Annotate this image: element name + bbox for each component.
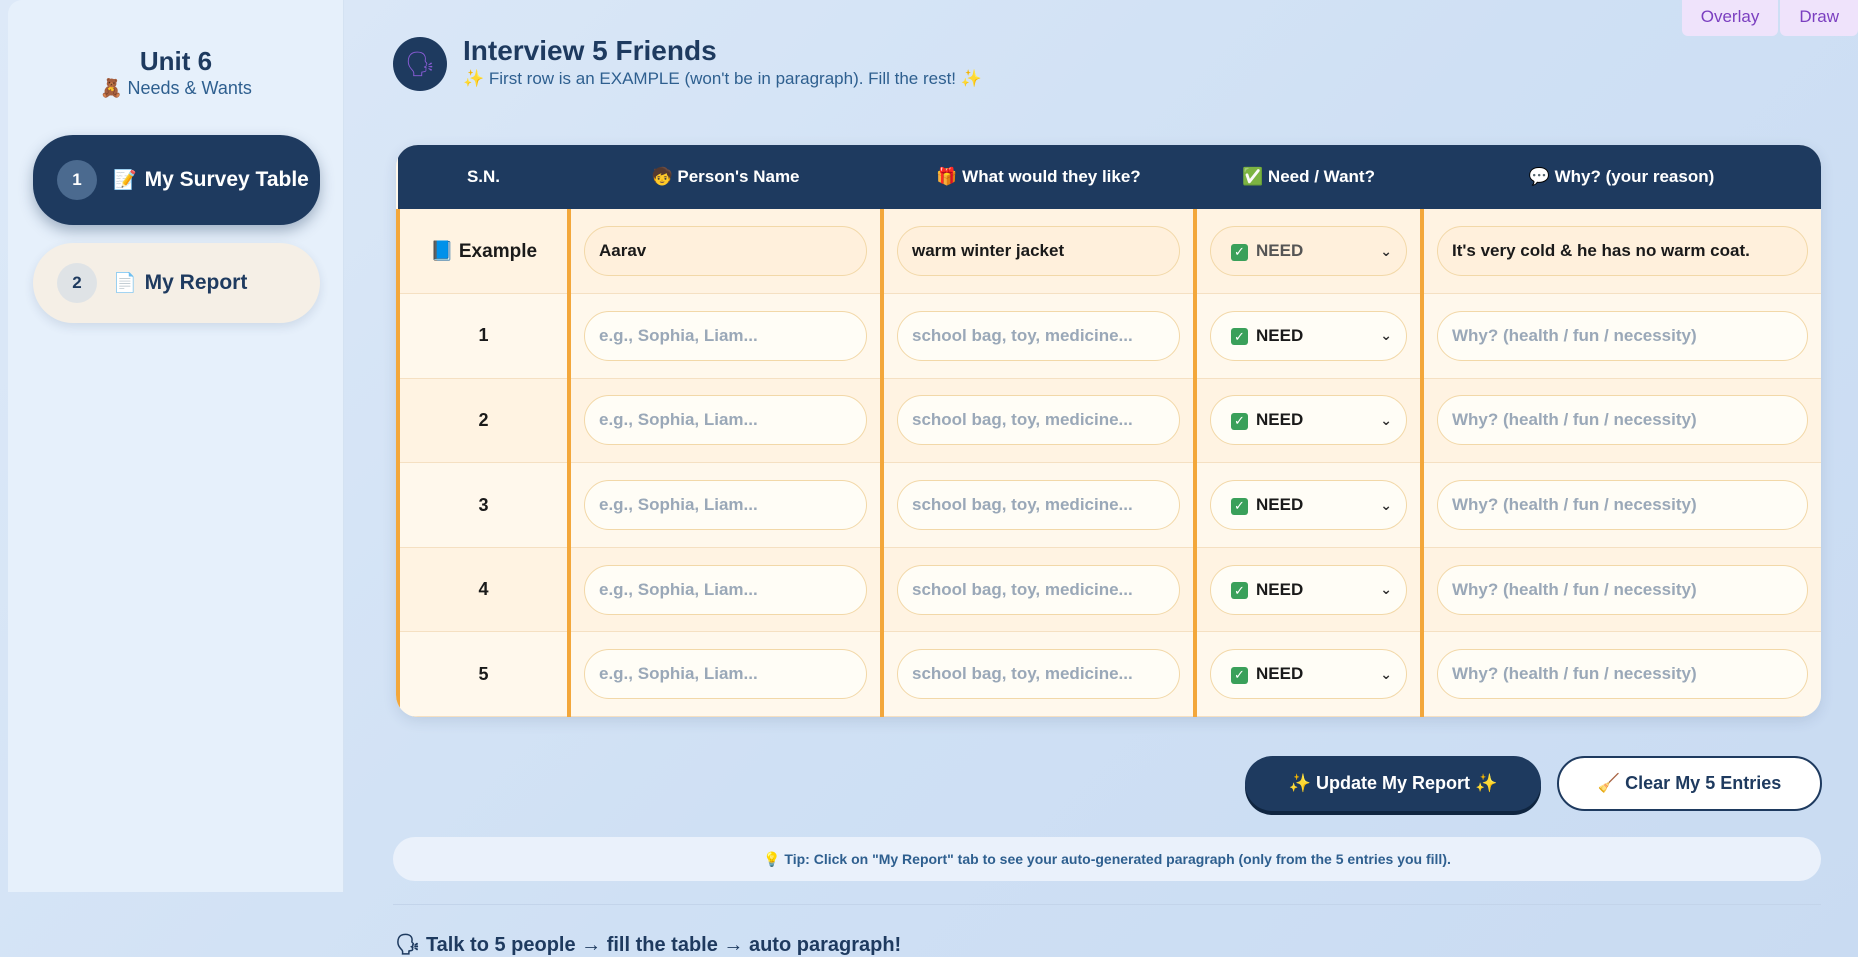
check-icon: ✓ <box>1231 328 1248 346</box>
table-row: 5 e.g., Sophia, Liam... school bag, toy,… <box>396 631 1821 717</box>
draw-button[interactable]: Draw <box>1780 0 1858 36</box>
page-title: Interview 5 Friends <box>463 35 717 66</box>
row-number: 5 <box>396 631 571 717</box>
tip-banner: 💡 Tip: Click on "My Report" tab to see y… <box>393 837 1821 881</box>
column-header-sn: S.N. <box>466 167 501 186</box>
chevron-down-icon: ⌄ <box>1380 411 1392 428</box>
check-icon: ✓ <box>1231 666 1248 684</box>
name-input[interactable]: e.g., Sophia, Liam... <box>584 310 867 361</box>
name-input[interactable]: e.g., Sophia, Liam... <box>584 649 867 700</box>
chevron-down-icon: ⌄ <box>1380 242 1392 259</box>
item-input[interactable]: school bag, toy, medicine... <box>897 480 1180 531</box>
check-icon: ✓ <box>1231 497 1248 515</box>
need-want-select[interactable]: ✓ NEED ⌄ <box>1210 564 1407 615</box>
check-icon: ✓ <box>1231 243 1248 261</box>
unit-title: Unit 6 <box>139 46 213 76</box>
need-want-select[interactable]: ✓ NEED ⌄ <box>1210 310 1407 361</box>
need-want-select[interactable]: ✓ NEED ⌄ <box>1210 480 1407 531</box>
table-row: 3 e.g., Sophia, Liam... school bag, toy,… <box>396 462 1821 548</box>
document-icon: 📄 <box>113 273 137 294</box>
table-header-row: S.N. 🧒 Person's Name 🎁 What would they l… <box>398 145 1821 209</box>
need-want-select[interactable]: ✓ NEED ⌄ <box>1210 395 1407 446</box>
example-item-field: warm winter jacket <box>897 226 1180 277</box>
check-icon: ✓ <box>1231 412 1248 430</box>
chevron-down-icon: ⌄ <box>1380 665 1392 682</box>
column-header-need-want: ✅ Need / Want? <box>1242 167 1375 186</box>
row-number: 4 <box>396 547 571 633</box>
sidebar-item-label: 📝 My Survey Table <box>113 168 309 191</box>
item-input[interactable]: school bag, toy, medicine... <box>897 395 1180 446</box>
sidebar-item-survey-table[interactable]: 1 📝 My Survey Table <box>33 135 320 225</box>
table-row: 2 e.g., Sophia, Liam... school bag, toy,… <box>396 378 1821 464</box>
row-number: 2 <box>396 378 571 464</box>
reason-input[interactable]: Why? (health / fun / necessity) <box>1437 564 1808 615</box>
chevron-down-icon: ⌄ <box>1380 581 1392 598</box>
row-number: 1 <box>396 293 571 379</box>
chevron-down-icon: ⌄ <box>1380 496 1392 513</box>
update-report-button[interactable]: ✨ Update My Report ✨ <box>1245 756 1541 811</box>
reason-input[interactable]: Why? (health / fun / necessity) <box>1437 480 1808 531</box>
clear-entries-button[interactable]: 🧹 Clear My 5 Entries <box>1557 756 1822 811</box>
name-input[interactable]: e.g., Sophia, Liam... <box>584 564 867 615</box>
reason-input[interactable]: Why? (health / fun / necessity) <box>1437 310 1808 361</box>
overlay-button[interactable]: Overlay <box>1681 0 1779 36</box>
sidebar: Unit 6 🧸 Needs & Wants 1 📝 My Survey Tabl… <box>8 0 344 892</box>
name-input[interactable]: e.g., Sophia, Liam... <box>584 480 867 531</box>
example-name-field: Aarav <box>584 226 867 277</box>
column-header-reason: 💬 Why? (your reason) <box>1528 167 1715 186</box>
page-subtitle: ✨ First row is an EXAMPLE (won't be in p… <box>463 69 982 88</box>
item-input[interactable]: school bag, toy, medicine... <box>897 649 1180 700</box>
item-input[interactable]: school bag, toy, medicine... <box>897 310 1180 361</box>
nav-number: 1 <box>57 160 97 200</box>
sidebar-item-label: 📄 My Report <box>113 271 248 294</box>
table-row: 1 e.g., Sophia, Liam... school bag, toy,… <box>396 293 1821 379</box>
divider <box>393 904 1821 905</box>
memo-icon: 📝 <box>113 170 137 191</box>
example-row: 📘 Example Aarav warm winter jacket ✓ NEED… <box>396 209 1821 295</box>
survey-table: S.N. 🧒 Person's Name 🎁 What would they l… <box>396 145 1821 717</box>
example-reason-field: It's very cold & he has no warm coat. <box>1437 226 1808 277</box>
table-row: 4 e.g., Sophia, Liam... school bag, toy,… <box>396 547 1821 633</box>
example-label: 📘 Example <box>396 209 571 295</box>
column-header-name: 🧒 Person's Name <box>651 167 800 186</box>
need-want-select[interactable]: ✓ NEED ⌄ <box>1210 649 1407 700</box>
item-input[interactable]: school bag, toy, medicine... <box>897 564 1180 615</box>
sidebar-item-report[interactable]: 2 📄 My Report <box>33 243 320 323</box>
reason-input[interactable]: Why? (health / fun / necessity) <box>1437 649 1808 700</box>
unit-subtitle: 🧸 Needs & Wants <box>100 78 252 98</box>
speaking-head-icon: 🗣 <box>393 37 447 91</box>
reason-input[interactable]: Why? (health / fun / necessity) <box>1437 395 1808 446</box>
nav-number: 2 <box>57 263 97 303</box>
row-number: 3 <box>396 462 571 548</box>
example-need-want-select: ✓ NEED ⌄ <box>1210 226 1407 277</box>
chevron-down-icon: ⌄ <box>1380 327 1392 344</box>
top-tools: Overlay Draw <box>1681 0 1858 36</box>
check-icon: ✓ <box>1231 582 1248 600</box>
column-header-item: 🎁 What would they like? <box>936 167 1141 186</box>
name-input[interactable]: e.g., Sophia, Liam... <box>584 395 867 446</box>
footer-text: 🗣 Talk to 5 people → fill the table → au… <box>395 934 902 956</box>
